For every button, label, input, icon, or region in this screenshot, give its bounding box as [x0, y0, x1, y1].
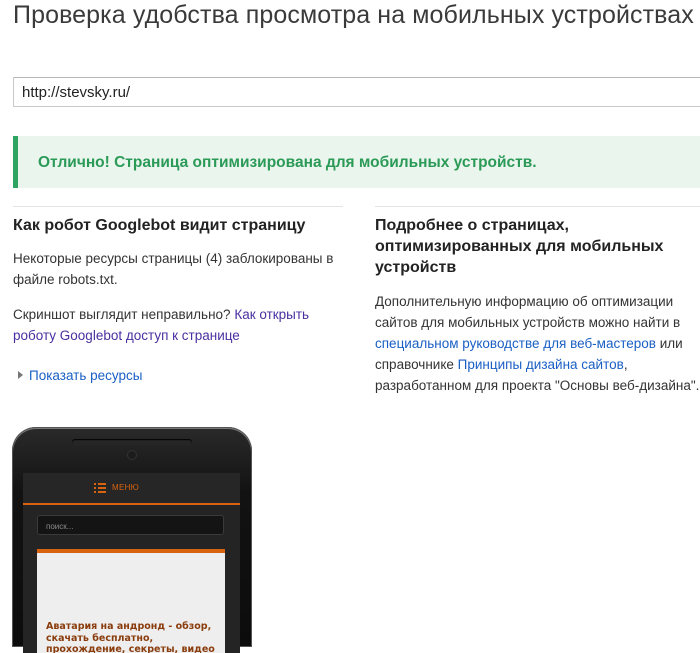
blocked-resources-text: Некоторые ресурсы страницы (4) заблокиро… — [13, 251, 334, 287]
mobile-menu-label: МЕНЮ — [112, 483, 140, 492]
mobile-menu-bar: МЕНЮ — [23, 473, 240, 505]
design-principles-link[interactable]: Принципы дизайна сайтов — [458, 357, 624, 372]
more-info-text-1: Дополнительную информацию об оптимизации… — [375, 294, 681, 330]
more-info-text: Дополнительную информацию об оптимизации… — [375, 291, 700, 396]
show-resources-label: Показать ресурсы — [29, 368, 143, 383]
url-input[interactable] — [14, 78, 622, 106]
page-title: Проверка удобства просмотра на мобильных… — [13, 1, 694, 29]
url-field[interactable] — [13, 77, 700, 107]
googlebot-heading: Как робот Googlebot видит страницу — [13, 217, 306, 234]
webmaster-guide-link[interactable]: специальном руководстве для веб-мастеров — [375, 336, 656, 351]
hamburger-icon — [94, 483, 106, 494]
phone-preview: МЕНЮ Аватария на андронд - обзор, скачат… — [12, 427, 252, 653]
success-message: Отлично! Страница оптимизирована для моб… — [38, 154, 537, 171]
mobile-content-area: Аватария на андронд - обзор, скачать бес… — [37, 553, 225, 653]
mobile-article-title: Аватария на андронд - обзор, скачать бес… — [46, 621, 215, 653]
screenshot-question: Скриншот выглядит неправильно? Как откры… — [13, 304, 343, 346]
left-divider — [13, 206, 343, 207]
screenshot-question-text: Скриншот выглядит неправильно? — [13, 307, 231, 322]
more-info-section: Подробнее о страницах, оптимизированных … — [375, 215, 700, 396]
mobile-search-input — [38, 517, 216, 536]
googlebot-section: Как робот Googlebot видит страницу Некот… — [13, 215, 343, 346]
success-banner: Отлично! Страница оптимизирована для моб… — [13, 136, 700, 188]
more-info-heading: Подробнее о страницах, оптимизированных … — [375, 217, 664, 276]
right-divider — [375, 206, 700, 207]
expand-triangle-icon — [18, 371, 23, 379]
phone-screen: МЕНЮ Аватария на андронд - обзор, скачат… — [23, 473, 240, 653]
phone-camera-icon — [128, 451, 136, 459]
show-resources-toggle[interactable]: Показать ресурсы — [18, 368, 142, 383]
mobile-search-field — [37, 515, 224, 536]
phone-speaker — [72, 439, 192, 445]
